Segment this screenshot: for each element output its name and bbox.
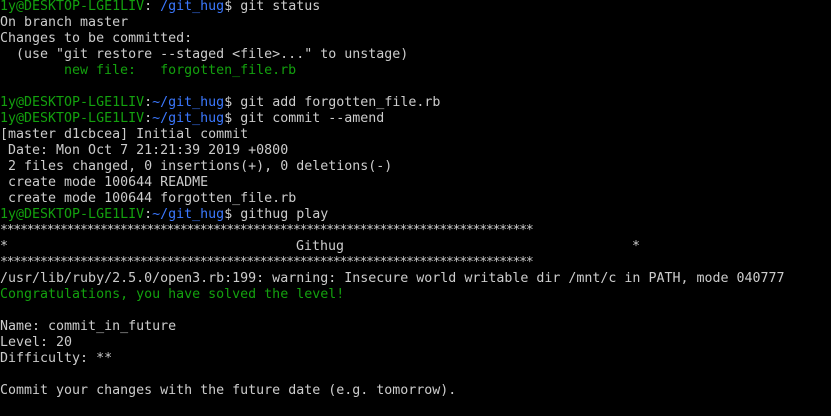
command-text: git add forgotten_file.rb bbox=[240, 95, 441, 110]
prompt-sigil: $ bbox=[224, 111, 233, 126]
output-warning: /usr/lib/ruby/2.5.0/open3.rb:199: warnin… bbox=[0, 271, 785, 286]
new-file-name: forgotten_file.rb bbox=[160, 63, 297, 78]
prompt-line: 1y@DESKTOP-LGE1LIV:~/git_hug$ git commit… bbox=[0, 111, 831, 127]
prompt-sigil: $ bbox=[224, 207, 233, 222]
prompt-path: ~/git_hug bbox=[152, 111, 225, 126]
command-text: git commit --amend bbox=[240, 111, 385, 126]
prompt-colon: : bbox=[144, 95, 153, 110]
command-text: githug play bbox=[240, 207, 329, 222]
prompt-line: 1y@DESKTOP-LGE1LIV:~/git_hug$ git add fo… bbox=[0, 95, 831, 111]
level-number: Level: 20 bbox=[0, 335, 73, 350]
prompt-user-host: 1y@DESKTOP-LGE1LIV bbox=[0, 207, 145, 222]
banner-title: Githug bbox=[296, 239, 345, 254]
command-text: git status bbox=[240, 0, 321, 14]
output-commit-date: Date: Mon Oct 7 21:21:39 2019 +0800 bbox=[0, 143, 289, 158]
level-description: Commit your changes with the future date… bbox=[0, 383, 457, 398]
prompt-colon: : bbox=[144, 207, 153, 222]
output-congrats: Congratulations, you have solved the lev… bbox=[0, 287, 345, 302]
prompt-path: ~/git_hug bbox=[152, 207, 225, 222]
output-files-changed: 2 files changed, 0 insertions(+), 0 dele… bbox=[0, 159, 393, 174]
banner-stars-top: ****************************************… bbox=[0, 223, 534, 238]
output-new-file: new file: forgotten_file.rb bbox=[0, 63, 831, 79]
prompt-sigil: $ bbox=[224, 0, 233, 14]
prompt-path: ~/git_hug bbox=[152, 95, 225, 110]
banner-left-star: * bbox=[0, 239, 9, 254]
prompt-user-host: 1y@DESKTOP-LGE1LIV bbox=[0, 95, 145, 110]
output-changes-header: Changes to be committed: bbox=[0, 31, 193, 46]
prompt-path: /git_hug bbox=[160, 0, 225, 14]
new-file-label: new file: bbox=[64, 63, 137, 78]
banner-title-row: * Githug * bbox=[0, 239, 831, 255]
terminal-window[interactable]: 1y@DESKTOP-LGE1LIV: /git_hug$ git status… bbox=[0, 0, 831, 416]
prompt-colon: : bbox=[144, 0, 153, 14]
output-unstage-hint: (use "git restore --staged <file>..." to… bbox=[16, 47, 409, 62]
prompt-user-host: 1y@DESKTOP-LGE1LIV bbox=[0, 111, 145, 126]
prompt-line: 1y@DESKTOP-LGE1LIV: /git_hug$ git status bbox=[0, 0, 831, 15]
banner-stars-bottom: ****************************************… bbox=[0, 255, 534, 270]
prompt-line: 1y@DESKTOP-LGE1LIV:~/git_hug$ githug pla… bbox=[0, 207, 831, 223]
output-commit-header: [master d1cbcea] Initial commit bbox=[0, 127, 249, 142]
level-name: Name: commit_in_future bbox=[0, 319, 177, 334]
output-create-rb: create mode 100644 forgotten_file.rb bbox=[0, 191, 297, 206]
prompt-sigil: $ bbox=[224, 95, 233, 110]
output-branch: On branch master bbox=[0, 15, 129, 30]
output-create-readme: create mode 100644 README bbox=[0, 175, 209, 190]
level-difficulty: Difficulty: ** bbox=[0, 351, 113, 366]
banner-right-star: * bbox=[632, 239, 641, 254]
prompt-user-host: 1y@DESKTOP-LGE1LIV bbox=[0, 0, 145, 14]
prompt-colon: : bbox=[144, 111, 153, 126]
